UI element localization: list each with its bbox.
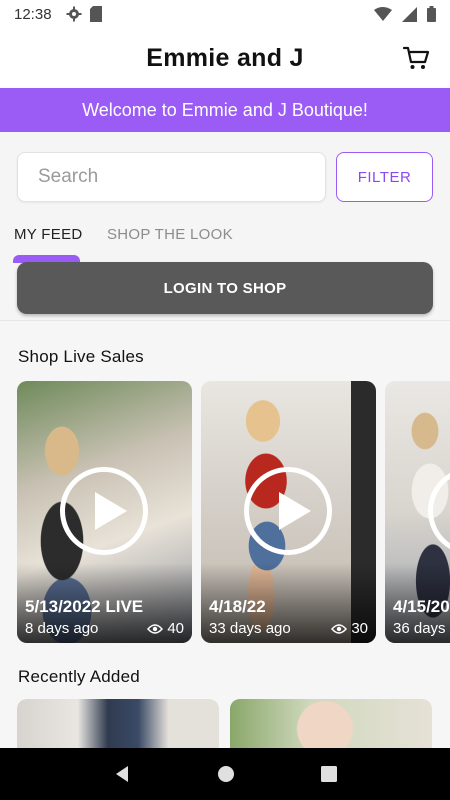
eye-icon [331,623,348,634]
cellular-signal-icon [402,6,417,22]
battery-icon [427,6,436,22]
recents-icon[interactable] [321,766,337,782]
play-icon[interactable] [60,467,148,555]
status-bar: 12:38 [0,0,450,28]
back-icon[interactable] [113,765,131,783]
play-icon[interactable] [244,467,332,555]
search-input[interactable]: Search [17,152,326,202]
login-button-label: LOGIN TO SHOP [163,279,287,297]
app-title: Emmie and J [146,43,304,72]
feed-tabs: MY FEED SHOP THE LOOK [0,222,450,263]
cart-icon[interactable] [402,44,430,72]
status-time: 12:38 [14,5,52,23]
live-sale-date: 4/18/22 [209,597,266,616]
recently-added-heading: Recently Added [18,667,140,686]
system-nav-bar [0,748,450,800]
live-sale-card[interactable]: 4/15/2022 36 days ago [385,381,450,643]
live-sale-view-count: 30 [351,620,368,637]
product-thumbnail[interactable] [230,699,432,748]
tab-my-feed[interactable]: MY FEED [14,226,83,243]
filter-button[interactable]: FILTER [336,152,433,202]
product-thumbnail[interactable] [17,699,219,748]
live-sale-views: 30 [331,620,368,637]
search-placeholder: Search [38,166,99,187]
filter-button-label: FILTER [357,168,412,186]
live-sale-date: 4/15/2022 [393,597,450,616]
wifi-icon [374,7,392,21]
eye-icon [147,623,164,634]
live-sale-card[interactable]: 4/18/22 33 days ago 30 [201,381,376,643]
tab-shop-the-look[interactable]: SHOP THE LOOK [107,226,233,243]
login-to-shop-button[interactable]: LOGIN TO SHOP [17,262,433,314]
live-sale-card[interactable]: 5/13/2022 LIVE 8 days ago 40 [17,381,192,643]
welcome-banner: Welcome to Emmie and J Boutique! [0,88,450,132]
feed-content[interactable]: Shop Live Sales 5/13/2022 LIVE 8 days ag… [0,320,450,748]
live-sale-view-count: 40 [167,620,184,637]
welcome-banner-text: Welcome to Emmie and J Boutique! [82,99,368,120]
live-sale-age: 33 days ago [209,620,291,637]
gear-icon [66,6,82,22]
app-bar: Emmie and J [0,28,450,88]
live-sale-age: 36 days ago [393,620,450,637]
sd-card-icon [89,6,102,22]
live-sale-age: 8 days ago [25,620,99,637]
shop-live-sales-heading: Shop Live Sales [18,347,144,366]
live-sale-date: 5/13/2022 LIVE [25,597,144,616]
home-icon[interactable] [217,765,235,783]
live-sale-views: 40 [147,620,184,637]
